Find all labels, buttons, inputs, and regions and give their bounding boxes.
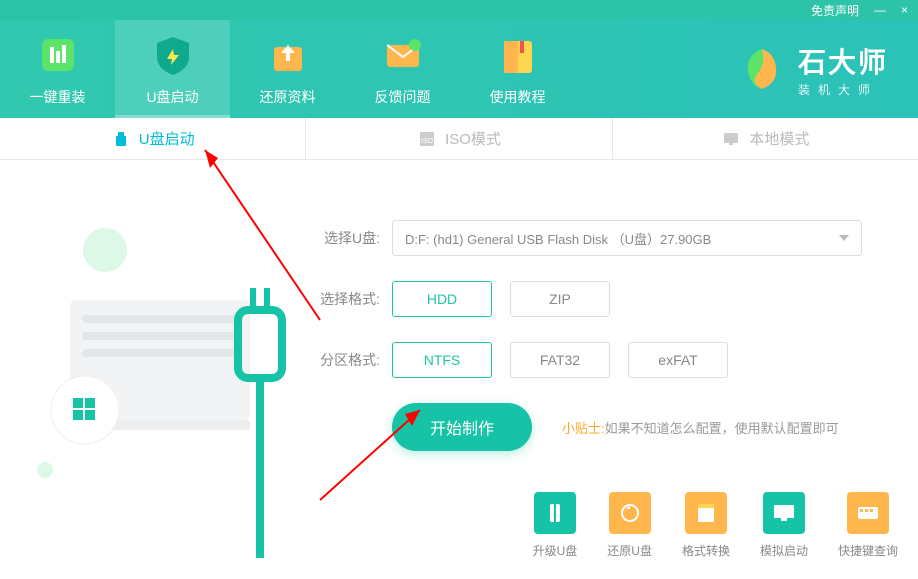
action-row: 开始制作 小贴士:如果不知道怎么配置，使用默认配置即可	[392, 403, 888, 451]
row-usb-select: 选择U盘: D:F: (hd1) General USB Flash Disk …	[310, 220, 888, 256]
minimize-button[interactable]: —	[874, 3, 886, 17]
chevron-down-icon	[839, 235, 849, 241]
tool-simulate-boot[interactable]: 模拟启动	[760, 492, 808, 559]
sub-tabs: U盘启动 ISO ISO模式 本地模式	[0, 118, 918, 160]
tool-restore-usb[interactable]: 还原U盘	[607, 492, 652, 559]
tool-label: 格式转换	[682, 542, 730, 559]
content-area: 选择U盘: D:F: (hd1) General USB Flash Disk …	[0, 160, 918, 579]
nav-usb-boot[interactable]: U盘启动	[115, 20, 230, 118]
usb-icon	[111, 129, 131, 149]
tab-iso[interactable]: ISO ISO模式	[306, 118, 612, 159]
nav-label: 一键重装	[30, 87, 86, 107]
format-convert-icon	[685, 492, 727, 534]
usb-shield-icon	[149, 31, 197, 79]
illustration	[0, 160, 310, 579]
titlebar: 免责声明 — ×	[0, 0, 918, 20]
format-zip-button[interactable]: ZIP	[510, 281, 610, 317]
tip-label: 小贴士:	[562, 421, 605, 436]
svg-text:ISO: ISO	[421, 138, 434, 145]
tool-label: 快捷键查询	[838, 542, 898, 559]
row-partition-select: 分区格式: NTFS FAT32 exFAT	[310, 342, 888, 378]
nav-reinstall[interactable]: 一键重装	[0, 20, 115, 118]
reinstall-icon	[34, 31, 82, 79]
usb-select-label: 选择U盘:	[310, 228, 380, 248]
disclaimer-link[interactable]: 免责声明	[811, 2, 859, 19]
nav-restore[interactable]: 还原资料	[230, 20, 345, 118]
tab-local[interactable]: 本地模式	[613, 118, 918, 159]
usb-select-value: D:F: (hd1) General USB Flash Disk （U盘）27…	[405, 229, 711, 248]
brand-subtitle: 装机大师	[798, 81, 888, 98]
nav-label: 还原资料	[260, 87, 316, 107]
upgrade-usb-icon	[534, 492, 576, 534]
book-icon	[494, 31, 542, 79]
nav-tutorial[interactable]: 使用教程	[460, 20, 575, 118]
nav-feedback[interactable]: 反馈问题	[345, 20, 460, 118]
usb-select[interactable]: D:F: (hd1) General USB Flash Disk （U盘）27…	[392, 220, 862, 256]
partition-ntfs-button[interactable]: NTFS	[392, 342, 492, 378]
nav-label: 使用教程	[490, 87, 546, 107]
tab-usb-boot[interactable]: U盘启动	[0, 118, 306, 159]
tool-label: 模拟启动	[760, 542, 808, 559]
brand-title: 石大师	[798, 41, 888, 81]
monitor-icon	[721, 129, 741, 149]
bottom-tools: 升级U盘 还原U盘 格式转换 模拟启动	[533, 492, 898, 559]
tab-label: 本地模式	[749, 128, 809, 149]
close-button[interactable]: ×	[901, 3, 908, 17]
nav-label: U盘启动	[146, 87, 198, 107]
partition-fat32-button[interactable]: FAT32	[510, 342, 610, 378]
brand: 石大师 装机大师	[708, 20, 918, 118]
tool-hotkey-lookup[interactable]: 快捷键查询	[838, 492, 898, 559]
tip-text: 小贴士:如果不知道怎么配置，使用默认配置即可	[562, 418, 839, 437]
tip-body: 如果不知道怎么配置，使用默认配置即可	[605, 421, 839, 436]
tool-label: 升级U盘	[533, 542, 578, 559]
restore-icon	[264, 31, 312, 79]
tab-label: ISO模式	[445, 128, 501, 149]
top-nav: 一键重装 U盘启动 还原资料 反馈问题 使用教程	[0, 20, 918, 118]
partition-exfat-button[interactable]: exFAT	[628, 342, 728, 378]
tool-label: 还原U盘	[607, 542, 652, 559]
format-label: 选择格式:	[310, 289, 380, 309]
tab-label: U盘启动	[139, 128, 195, 149]
tool-format-convert[interactable]: 格式转换	[682, 492, 730, 559]
simulate-boot-icon	[763, 492, 805, 534]
tool-upgrade-usb[interactable]: 升级U盘	[533, 492, 578, 559]
row-format-select: 选择格式: HDD ZIP	[310, 281, 888, 317]
iso-icon: ISO	[417, 129, 437, 149]
hotkey-icon	[847, 492, 889, 534]
format-hdd-button[interactable]: HDD	[392, 281, 492, 317]
brand-logo-icon	[738, 45, 786, 93]
restore-usb-icon	[609, 492, 651, 534]
partition-label: 分区格式:	[310, 350, 380, 370]
nav-label: 反馈问题	[375, 87, 431, 107]
feedback-icon	[379, 31, 427, 79]
start-button[interactable]: 开始制作	[392, 403, 532, 451]
